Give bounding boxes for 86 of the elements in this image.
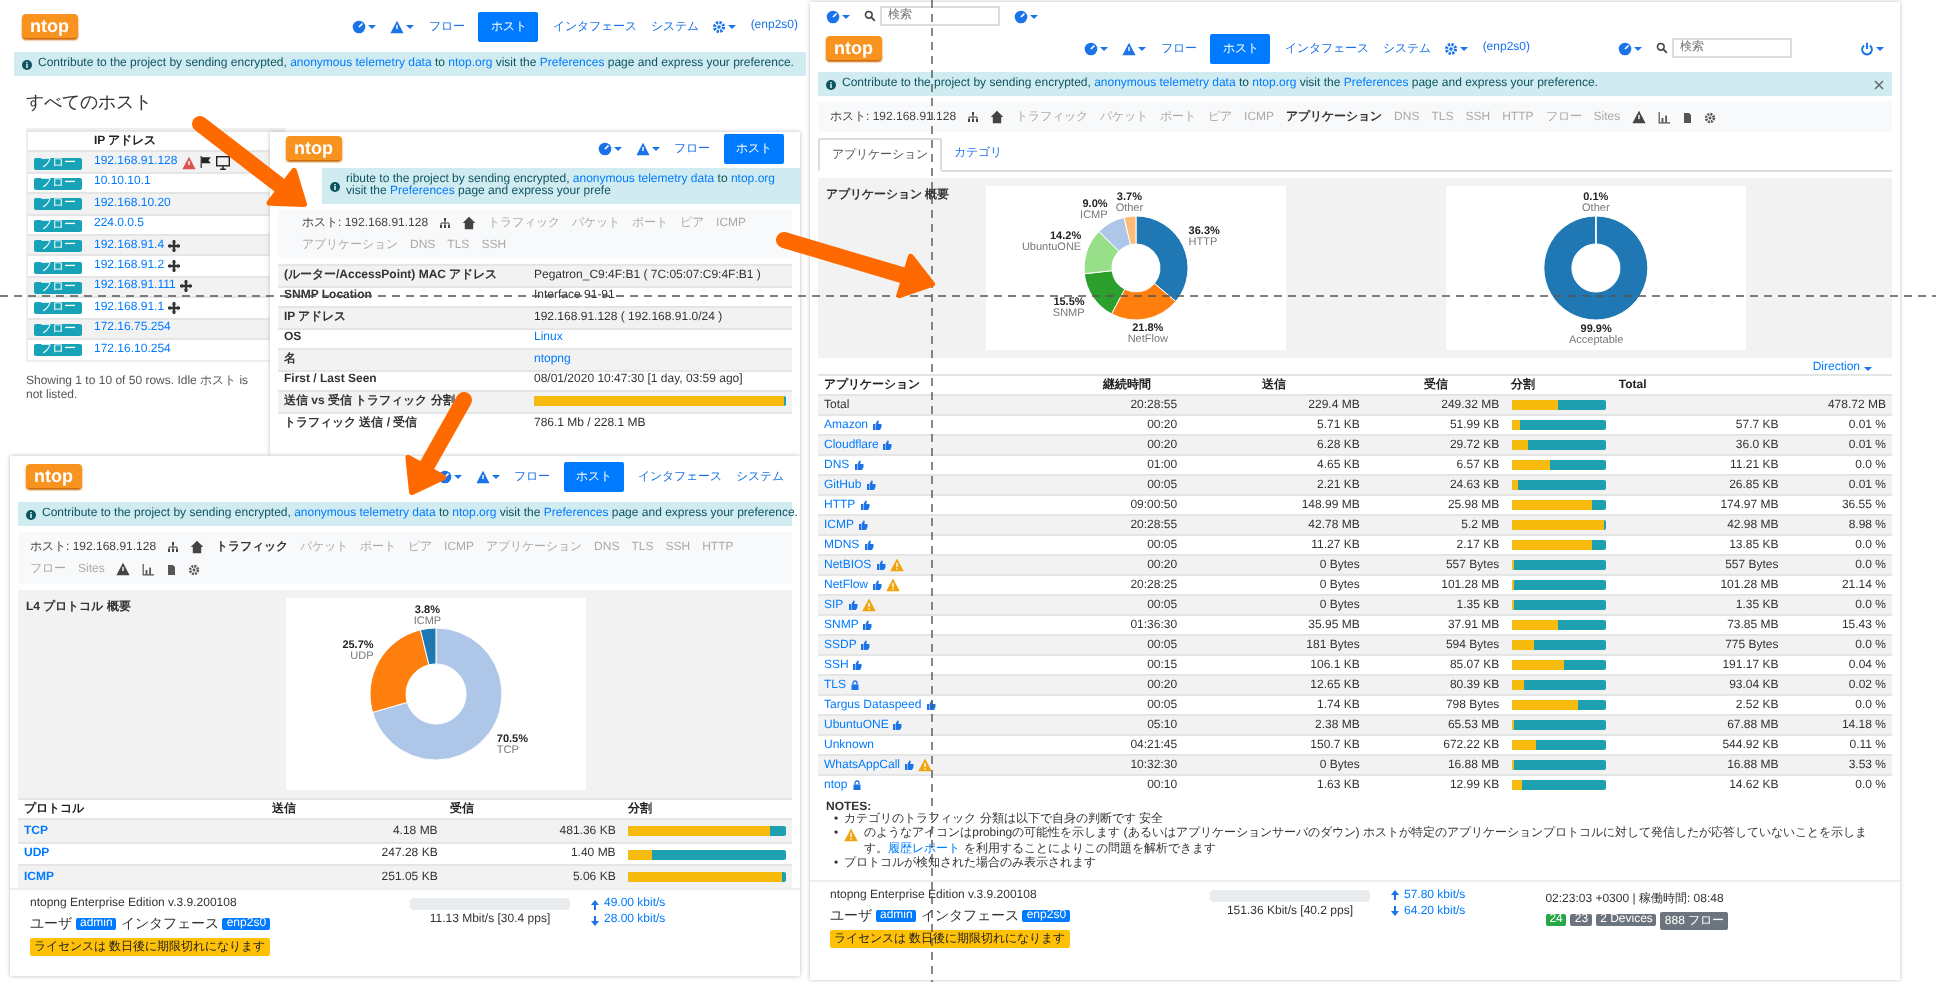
thumbs-up-icon xyxy=(858,520,868,530)
ntop-logo[interactable]: ntop xyxy=(286,136,341,160)
warning-icon xyxy=(390,19,405,33)
warning-icon xyxy=(1122,41,1137,55)
thumbs-up-icon xyxy=(862,620,873,630)
search-icon xyxy=(1656,42,1668,54)
home-icon[interactable] xyxy=(990,110,1005,124)
dashboard-icon[interactable] xyxy=(352,19,367,33)
arrows-cross-icon xyxy=(168,260,181,273)
settings-icon[interactable] xyxy=(188,563,201,575)
network-icon xyxy=(440,218,451,228)
info-icon xyxy=(26,509,36,519)
arrows-cross-icon xyxy=(179,280,192,293)
warning-icon xyxy=(181,155,196,170)
caret-icon xyxy=(728,23,737,29)
up-arrow-icon xyxy=(1390,890,1400,900)
info-icon xyxy=(22,59,32,69)
caret-icon xyxy=(614,145,622,151)
warning-icon xyxy=(476,469,490,483)
ntop-logo[interactable]: ntop xyxy=(22,14,77,38)
network-icon xyxy=(168,542,179,552)
arrows-cross-icon xyxy=(168,239,181,252)
dashboard-icon[interactable] xyxy=(1618,41,1632,55)
settings-icon[interactable] xyxy=(712,19,727,33)
thumbs-up-icon xyxy=(859,500,870,510)
thumbs-up-icon xyxy=(904,760,915,770)
donut-slice xyxy=(1083,231,1120,275)
caret-icon xyxy=(1634,45,1642,51)
thumbs-up-icon xyxy=(872,420,883,430)
thumbs-up-icon xyxy=(882,440,893,450)
info-icon xyxy=(826,79,836,89)
warning-icon xyxy=(636,141,650,155)
warning-icon xyxy=(1632,110,1647,124)
lock-icon xyxy=(850,680,861,690)
caret-icon xyxy=(842,13,850,19)
dashboard-icon[interactable] xyxy=(826,9,840,23)
thumbs-up-icon xyxy=(925,700,936,710)
thumbs-up-icon xyxy=(865,480,876,490)
home-icon[interactable] xyxy=(190,540,205,554)
settings-icon[interactable] xyxy=(1444,41,1459,55)
dashboard-icon[interactable] xyxy=(1014,9,1028,23)
lock-icon xyxy=(851,780,862,791)
flag-icon xyxy=(199,156,212,169)
caret-icon xyxy=(1138,45,1147,51)
document-icon[interactable] xyxy=(1682,111,1693,123)
thumbs-up-icon xyxy=(875,560,886,570)
info-icon xyxy=(330,181,340,191)
bar-chart-icon[interactable] xyxy=(142,563,155,575)
thumbs-up-icon xyxy=(852,660,863,670)
dashboard-icon[interactable] xyxy=(598,141,612,155)
caret-icon xyxy=(1876,45,1884,51)
thumbs-up-icon xyxy=(863,540,874,550)
power-icon[interactable] xyxy=(1860,41,1874,55)
dashboard-icon[interactable] xyxy=(1084,41,1099,55)
bar-chart-icon[interactable] xyxy=(1658,111,1671,123)
page-title: すべてのホスト xyxy=(26,90,152,116)
thumbs-up-icon xyxy=(872,580,883,590)
ntop-logo[interactable]: ntop xyxy=(26,464,81,488)
pointer-arrow xyxy=(405,392,472,495)
close-icon[interactable] xyxy=(1874,79,1884,89)
caret-icon xyxy=(1100,45,1109,51)
caret-icon xyxy=(652,145,660,151)
down-arrow-icon xyxy=(590,915,600,926)
home-icon[interactable] xyxy=(462,216,477,230)
caret-icon xyxy=(1030,13,1038,19)
thumbs-up-icon xyxy=(853,460,864,470)
warning-icon xyxy=(844,828,859,842)
search-icon xyxy=(864,10,876,22)
thumbs-up-icon xyxy=(860,640,871,650)
thumbs-up-icon xyxy=(847,600,858,610)
thumbs-up-icon xyxy=(892,720,903,730)
caret-icon xyxy=(1864,365,1872,371)
up-arrow-icon xyxy=(590,899,600,910)
caret-icon xyxy=(368,23,377,29)
caret-icon xyxy=(454,473,462,479)
warning-icon xyxy=(116,562,131,576)
caret-icon xyxy=(406,23,415,29)
document-icon[interactable] xyxy=(166,563,177,575)
monitor-icon xyxy=(215,155,230,170)
down-arrow-icon xyxy=(1390,906,1400,916)
caret-icon xyxy=(492,473,500,479)
network-icon xyxy=(968,112,979,122)
settings-icon[interactable] xyxy=(1704,111,1717,123)
arrows-cross-icon xyxy=(168,301,181,314)
ntop-logo[interactable]: ntop xyxy=(826,36,881,60)
caret-icon xyxy=(1460,45,1469,51)
